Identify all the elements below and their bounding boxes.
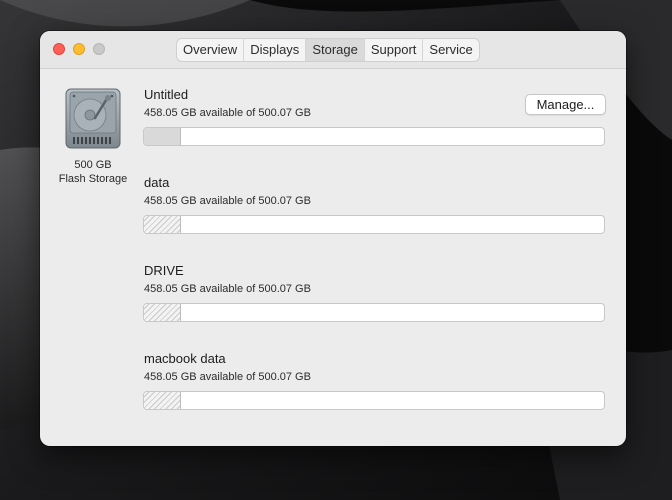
tab-bar: Overview Displays Storage Support Servic… [176,38,480,62]
volume-name: DRIVE [144,263,184,278]
storage-bar-used [144,304,181,321]
volume-availability: 458.05 GB available of 500.07 GB [144,371,311,383]
volume-name: macbook data [144,351,226,366]
tab-storage[interactable]: Storage [306,39,365,61]
about-this-mac-window: Overview Displays Storage Support Servic… [40,31,626,446]
storage-bar [143,391,605,410]
minimize-button[interactable] [73,43,85,55]
volume-availability: 458.05 GB available of 500.07 GB [144,195,311,207]
storage-bar [143,303,605,322]
tab-support[interactable]: Support [365,39,424,61]
storage-bar-used [144,216,181,233]
storage-bar [143,215,605,234]
volume-availability: 458.05 GB available of 500.07 GB [144,283,311,295]
close-button[interactable] [53,43,65,55]
storage-bar-used [144,392,181,409]
disk-capacity: 500 GB [74,159,112,171]
zoom-button [93,43,105,55]
hard-drive-icon [65,88,121,149]
tab-service[interactable]: Service [423,39,478,61]
volume-availability: 458.05 GB available of 500.07 GB [144,107,311,119]
storage-bar-used [144,128,181,145]
volume-name: data [144,175,170,190]
volume-name: Untitled [144,87,189,102]
tab-displays[interactable]: Displays [244,39,307,61]
manage-button[interactable]: Manage... [525,94,606,115]
disk-type: Flash Storage [58,173,128,185]
tab-overview[interactable]: Overview [177,39,245,61]
disk-caption: 500 GB Flash Storage [48,158,138,186]
title-bar: Overview Displays Storage Support Servic… [40,31,626,69]
storage-bar [143,127,605,146]
